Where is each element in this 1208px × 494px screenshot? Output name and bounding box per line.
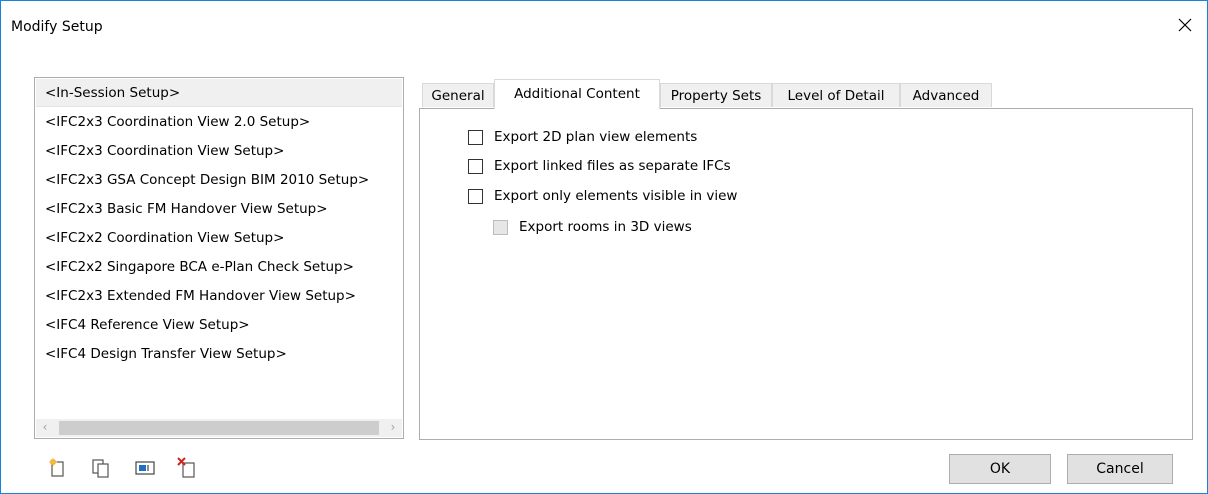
tab-level-of-detail[interactable]: Level of Detail	[772, 83, 900, 107]
close-button[interactable]	[1173, 13, 1197, 37]
setup-list-item[interactable]: <IFC2x2 Singapore BCA e-Plan Check Setup…	[36, 253, 402, 281]
setup-list-item[interactable]: <IFC4 Reference View Setup>	[36, 311, 402, 339]
close-icon	[1178, 18, 1192, 32]
option-export-2d-plan-view[interactable]: Export 2D plan view elements	[468, 126, 697, 148]
modify-setup-dialog: Modify Setup <In-Session Setup> <IFC2x3 …	[0, 0, 1208, 494]
cancel-button[interactable]: Cancel	[1067, 454, 1173, 484]
tab-property-sets[interactable]: Property Sets	[660, 83, 772, 107]
setup-list-item[interactable]: <IFC2x3 Extended FM Handover View Setup>	[36, 282, 402, 310]
setup-list-item-in-session[interactable]: <In-Session Setup>	[36, 79, 402, 107]
option-label: Export rooms in 3D views	[519, 219, 692, 235]
setup-list-item[interactable]: <IFC2x2 Coordination View Setup>	[36, 224, 402, 252]
dialog-title: Modify Setup	[11, 19, 103, 35]
duplicate-setup-icon[interactable]	[90, 457, 112, 479]
checkbox[interactable]	[468, 188, 483, 204]
checkbox[interactable]	[468, 158, 483, 174]
option-export-linked-files[interactable]: Export linked files as separate IFCs	[468, 155, 731, 177]
scroll-left-icon[interactable]: ‹	[36, 419, 54, 437]
setup-list-item[interactable]: <IFC2x3 Basic FM Handover View Setup>	[36, 195, 402, 223]
delete-setup-icon[interactable]	[176, 457, 198, 479]
option-export-rooms-3d: Export rooms in 3D views	[493, 216, 692, 238]
setup-list[interactable]: <In-Session Setup> <IFC2x3 Coordination …	[34, 77, 404, 439]
new-setup-icon[interactable]	[47, 457, 69, 479]
scrollbar-thumb[interactable]	[59, 421, 379, 435]
option-label: Export 2D plan view elements	[494, 129, 698, 145]
option-export-visible-only[interactable]: Export only elements visible in view	[468, 185, 737, 207]
tab-general[interactable]: General	[422, 83, 494, 107]
checkbox[interactable]	[468, 129, 483, 145]
checkbox-disabled	[493, 219, 508, 235]
option-label: Export only elements visible in view	[494, 188, 738, 204]
tab-additional-content[interactable]: Additional Content	[494, 79, 660, 109]
setup-list-item[interactable]: <IFC2x3 Coordination View 2.0 Setup>	[36, 108, 402, 136]
setup-list-item[interactable]: <IFC2x3 GSA Concept Design BIM 2010 Setu…	[36, 166, 402, 194]
rename-setup-icon[interactable]	[134, 457, 156, 479]
option-label: Export linked files as separate IFCs	[494, 158, 731, 174]
tab-advanced[interactable]: Advanced	[900, 83, 992, 107]
additional-content-panel: Export 2D plan view elements Export link…	[419, 108, 1193, 440]
scroll-right-icon[interactable]: ›	[384, 419, 402, 437]
setup-list-item[interactable]: <IFC4 Design Transfer View Setup>	[36, 340, 402, 368]
setup-list-item[interactable]: <IFC2x3 Coordination View Setup>	[36, 137, 402, 165]
horizontal-scrollbar[interactable]: ‹ ›	[36, 419, 402, 437]
ok-button[interactable]: OK	[949, 454, 1051, 484]
